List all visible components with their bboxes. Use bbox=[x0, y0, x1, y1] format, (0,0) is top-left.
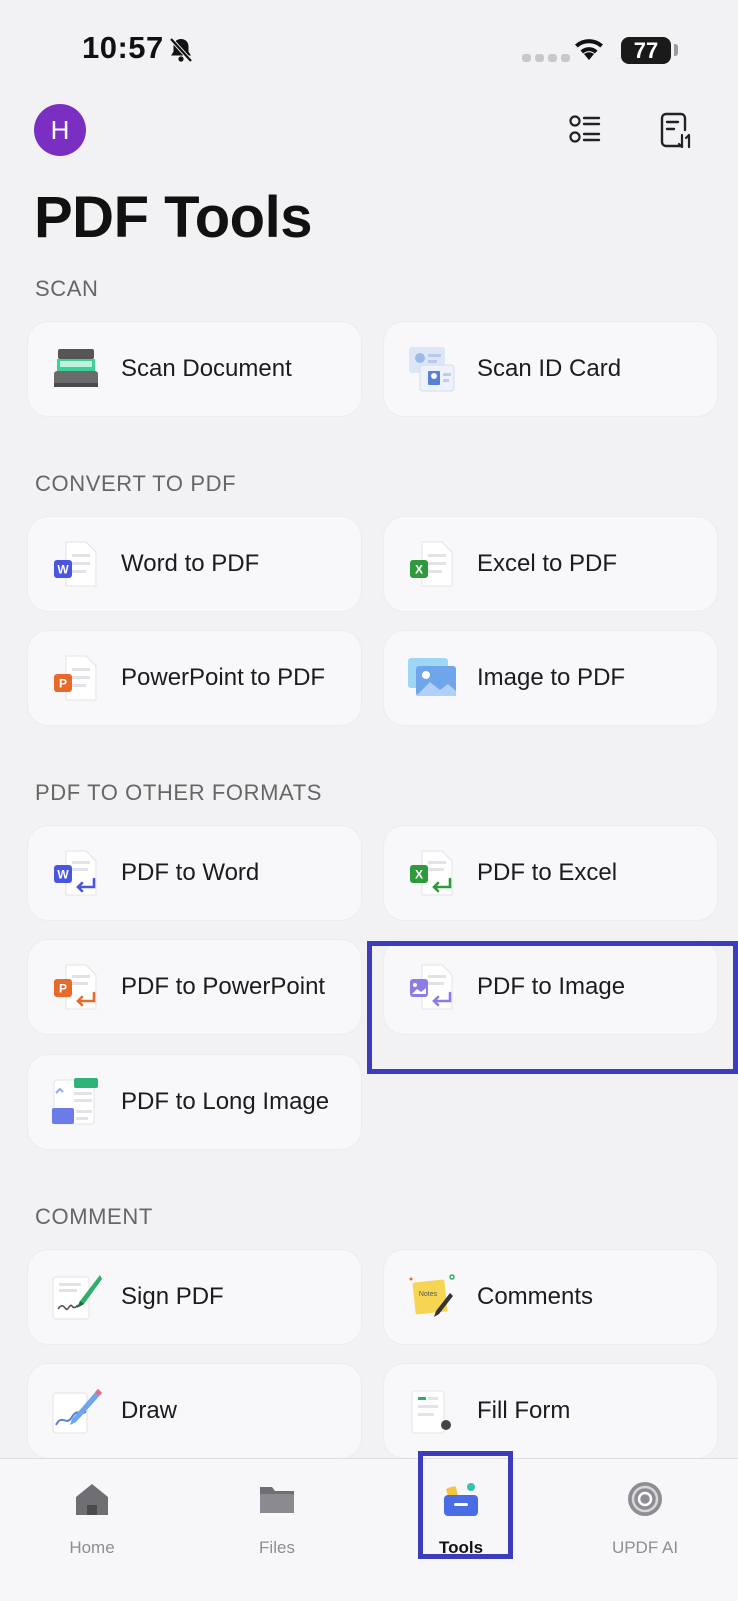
sort-icon[interactable] bbox=[655, 110, 697, 152]
svg-text:W: W bbox=[57, 868, 69, 882]
tool-label: Comments bbox=[477, 1283, 594, 1310]
powerpoint-icon: P bbox=[54, 655, 97, 701]
clock: 10:57 bbox=[82, 30, 164, 65]
signature-icon bbox=[52, 1275, 102, 1320]
tab-tools[interactable]: Tools bbox=[401, 1469, 521, 1558]
tab-label: Home bbox=[69, 1538, 115, 1557]
tool-label: PDF to Long Image bbox=[121, 1088, 330, 1115]
scanner-icon bbox=[54, 349, 98, 387]
svg-text:P: P bbox=[59, 982, 67, 996]
tool-word-to-pdf[interactable]: W Word to PDF bbox=[28, 517, 361, 611]
tool-pdf-to-long-image[interactable]: PDF to Long Image bbox=[28, 1055, 361, 1149]
tab-updf-ai[interactable]: UPDF AI bbox=[585, 1469, 705, 1558]
powerpoint-icon: P bbox=[54, 964, 97, 1010]
svg-text:X: X bbox=[415, 563, 423, 577]
tool-label: PDF to Image bbox=[477, 973, 626, 1000]
bell-off-icon bbox=[169, 37, 193, 63]
tool-label: Word to PDF bbox=[121, 550, 260, 577]
section-heading-pdf-to-other-formats: PDF TO OTHER FORMATS bbox=[35, 780, 323, 805]
tool-image-to-pdf[interactable]: Image to PDF bbox=[384, 631, 717, 725]
section-heading-convert-to-pdf: CONVERT TO PDF bbox=[35, 471, 237, 496]
tab-bar: Home Files Tools UPDF AI bbox=[0, 1458, 738, 1601]
id-card-icon bbox=[409, 347, 455, 392]
draw-icon bbox=[52, 1389, 102, 1434]
tool-label: Scan ID Card bbox=[477, 355, 622, 382]
tab-label: Tools bbox=[438, 1538, 484, 1557]
image-icon bbox=[408, 658, 456, 696]
tool-label: Image to PDF bbox=[477, 664, 626, 691]
svg-text:P: P bbox=[59, 677, 67, 691]
tab-home[interactable]: Home bbox=[32, 1469, 152, 1558]
tool-label: PDF to Word bbox=[121, 859, 260, 886]
tab-label: Files bbox=[259, 1538, 295, 1557]
tool-label: Excel to PDF bbox=[477, 550, 618, 577]
status-bar: 10:57 77 bbox=[0, 0, 738, 100]
tab-files[interactable]: Files bbox=[217, 1469, 337, 1558]
avatar[interactable]: H bbox=[34, 104, 86, 156]
wifi-icon bbox=[575, 39, 603, 60]
image-icon bbox=[410, 964, 453, 1010]
tool-comments[interactable]: Notes Comments bbox=[384, 1250, 717, 1344]
sticky-note-icon: Notes bbox=[409, 1274, 455, 1317]
word-icon: W bbox=[54, 850, 97, 896]
tool-pdf-to-image[interactable]: PDF to Image bbox=[384, 940, 717, 1034]
long-image-icon bbox=[52, 1078, 98, 1125]
tool-label: Sign PDF bbox=[121, 1283, 224, 1310]
cellular-signal bbox=[522, 54, 570, 62]
tool-label: Fill Form bbox=[477, 1397, 571, 1424]
ai-icon bbox=[628, 1482, 662, 1516]
section-heading-scan: SCAN bbox=[35, 276, 99, 301]
tool-draw[interactable]: Draw bbox=[28, 1364, 361, 1458]
list-view-icon[interactable] bbox=[565, 110, 607, 152]
tool-label: Scan Document bbox=[121, 355, 292, 382]
excel-icon: X bbox=[410, 850, 453, 896]
tool-scan-id-card[interactable]: Scan ID Card bbox=[384, 322, 717, 416]
tool-excel-to-pdf[interactable]: X Excel to PDF bbox=[384, 517, 717, 611]
battery-indicator: 77 bbox=[621, 37, 671, 64]
svg-text:W: W bbox=[57, 563, 69, 577]
excel-icon: X bbox=[410, 541, 453, 587]
folder-icon bbox=[260, 1487, 294, 1513]
tool-pdf-to-powerpoint[interactable]: P PDF to PowerPoint bbox=[28, 940, 361, 1034]
battery-cap bbox=[674, 44, 678, 56]
tool-fill-form[interactable]: Fill Form bbox=[384, 1364, 717, 1458]
word-icon: W bbox=[54, 541, 97, 587]
tool-label: PowerPoint to PDF bbox=[121, 664, 326, 691]
section-heading-comment: COMMENT bbox=[35, 1204, 153, 1229]
tab-label: UPDF AI bbox=[611, 1538, 679, 1557]
fill-form-icon bbox=[411, 1390, 451, 1434]
tool-powerpoint-to-pdf[interactable]: P PowerPoint to PDF bbox=[28, 631, 361, 725]
tool-pdf-to-excel[interactable]: X PDF to Excel bbox=[384, 826, 717, 920]
tool-scan-document[interactable]: Scan Document bbox=[28, 322, 361, 416]
tool-label: Draw bbox=[121, 1397, 178, 1424]
home-icon bbox=[76, 1484, 108, 1515]
tool-pdf-to-word[interactable]: W PDF to Word bbox=[28, 826, 361, 920]
page-title: PDF Tools bbox=[34, 185, 312, 250]
toolbox-icon bbox=[444, 1483, 478, 1516]
tool-label: PDF to Excel bbox=[477, 859, 618, 886]
tool-label: PDF to PowerPoint bbox=[121, 973, 326, 1000]
svg-text:X: X bbox=[415, 868, 423, 882]
svg-text:Notes: Notes bbox=[419, 1291, 438, 1298]
tool-sign-pdf[interactable]: Sign PDF bbox=[28, 1250, 361, 1344]
